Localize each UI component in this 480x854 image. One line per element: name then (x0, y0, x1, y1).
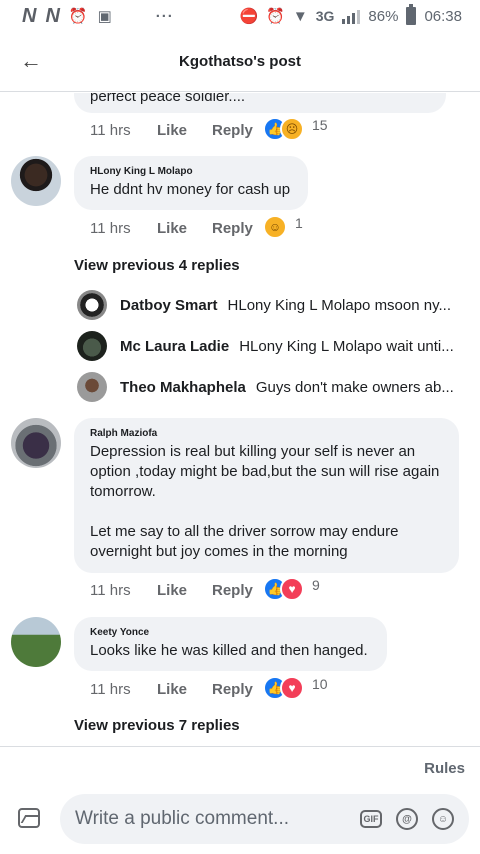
reply-text: HLony King L Molapo wait unti... (239, 337, 454, 355)
post-header: ← Kgothatso's post (0, 32, 480, 92)
comment-actions: 11 hrs Like Reply (90, 681, 253, 698)
reaction-summary[interactable]: 👍 ♥ 10 (263, 676, 328, 700)
reply-preview[interactable]: Mc Laura Ladie HLony King L Molapo wait … (77, 331, 454, 361)
comment-bubble: perfect peace soldier.... (74, 93, 446, 113)
haha-reaction-icon: ☺ (263, 215, 287, 239)
image-icon: ▣ (97, 8, 112, 25)
rules-link[interactable]: Rules (424, 760, 465, 777)
composer-icons: GIF @ ☺ (360, 808, 469, 830)
comment-actions: 11 hrs Like Reply (90, 582, 253, 599)
like-button[interactable]: Like (157, 582, 212, 599)
comments-feed[interactable]: perfect peace soldier.... 11 hrs Like Re… (0, 93, 480, 745)
like-button[interactable]: Like (157, 122, 212, 139)
battery-percent: 86% (368, 7, 399, 25)
view-previous-replies-link[interactable]: View previous 4 replies (74, 257, 240, 274)
comment-actions: 11 hrs Like Reply (90, 122, 253, 139)
clock: 06:38 (424, 7, 462, 25)
view-previous-replies-link[interactable]: View previous 7 replies (74, 717, 240, 734)
comment-time: 11 hrs (90, 582, 131, 599)
reaction-count: 9 (312, 577, 320, 593)
comment-author[interactable]: Keety Yonce (90, 626, 371, 640)
comment-input[interactable]: Write a public comment... (75, 808, 360, 830)
reaction-count: 10 (312, 676, 328, 692)
comment-text: perfect peace soldier.... (90, 93, 246, 105)
avatar (77, 290, 107, 320)
status-right: ⛔ ⏰ ▼ 3G 86% 06:38 (239, 4, 462, 25)
comment-text: Looks like he was killed and then hanged… (90, 642, 368, 659)
reply-button[interactable]: Reply (212, 122, 253, 139)
love-reaction-icon: ♥ (280, 676, 304, 700)
avatar[interactable] (11, 617, 61, 667)
comment-text-line: option ,today might be bad,but the sun w… (90, 463, 440, 480)
comment-author[interactable]: HLony King L Molapo (90, 165, 292, 179)
like-button[interactable]: Like (157, 220, 212, 237)
comment-composer[interactable]: Write a public comment... GIF @ ☺ (60, 794, 469, 844)
like-button[interactable]: Like (157, 681, 212, 698)
divider (0, 746, 480, 747)
reply-text: HLony King L Molapo msoon ny... (227, 296, 451, 314)
comment-bubble: HLony King L Molapo He ddnt hv money for… (74, 156, 308, 210)
signal-icon (342, 8, 361, 24)
comment-author[interactable]: Ralph Maziofa (90, 427, 443, 441)
notification-n-icon: N (22, 4, 36, 27)
avatar (77, 331, 107, 361)
reply-author: Theo Makhaphela (120, 378, 246, 396)
comment-text-line: Depression is real but killing your self… (90, 443, 416, 460)
reaction-summary[interactable]: ☺ 1 (263, 215, 303, 239)
network-type: 3G (315, 8, 335, 24)
page-title: Kgothatso's post (179, 53, 301, 70)
emoji-icon[interactable]: ☺ (432, 808, 454, 830)
reply-text: Guys don't make owners ab... (255, 378, 454, 396)
reply-button[interactable]: Reply (212, 681, 253, 698)
comment-bubble: Keety Yonce Looks like he was killed and… (74, 617, 387, 671)
comment-time: 11 hrs (90, 220, 131, 237)
avatar[interactable] (11, 156, 61, 206)
comment-text-line: tomorrow. (90, 483, 156, 500)
sad-reaction-icon: ☹ (280, 117, 304, 141)
reaction-summary[interactable]: 👍 ♥ 9 (263, 577, 320, 601)
comment-text-line: overnight but joy comes in the morning (90, 543, 348, 560)
more-notifications-dots: ··· (155, 7, 174, 25)
comment-bubble: Ralph Maziofa Depression is real but kil… (74, 418, 459, 573)
mention-icon[interactable]: @ (396, 808, 418, 830)
comment-text: He ddnt hv money for cash up (90, 181, 291, 198)
photo-icon[interactable] (18, 808, 40, 828)
alarm-icon: ⏰ (68, 8, 88, 25)
reaction-count: 1 (295, 215, 303, 231)
reply-author: Datboy Smart (120, 296, 218, 314)
dnd-icon: ⛔ (239, 8, 259, 25)
gif-icon[interactable]: GIF (360, 810, 382, 828)
comment-time: 11 hrs (90, 122, 131, 139)
battery-icon (406, 4, 417, 25)
status-bar: N N ⏰ ▣ ··· ⛔ ⏰ ▼ 3G 86% 06:38 (0, 0, 480, 32)
back-arrow-icon[interactable]: ← (20, 48, 42, 74)
wifi-icon: ▼ (292, 7, 308, 25)
reaction-summary[interactable]: 👍 ☹ 15 (263, 117, 328, 141)
love-reaction-icon: ♥ (280, 577, 304, 601)
reply-preview[interactable]: Theo Makhaphela Guys don't make owners a… (77, 372, 454, 402)
reply-button[interactable]: Reply (212, 582, 253, 599)
comment-time: 11 hrs (90, 681, 131, 698)
reply-preview[interactable]: Datboy Smart HLony King L Molapo msoon n… (77, 290, 451, 320)
comment-actions: 11 hrs Like Reply (90, 220, 253, 237)
avatar[interactable] (11, 418, 61, 468)
comment-text-line: Let me say to all the driver sorrow may … (90, 523, 399, 540)
status-left: N N ⏰ ▣ (22, 5, 112, 28)
comment-text-line (90, 502, 443, 522)
reaction-count: 15 (312, 117, 328, 133)
avatar (77, 372, 107, 402)
reply-author: Mc Laura Ladie (120, 337, 230, 355)
notification-n-icon: N (45, 4, 59, 27)
reply-button[interactable]: Reply (212, 220, 253, 237)
alarm-icon: ⏰ (266, 8, 285, 25)
